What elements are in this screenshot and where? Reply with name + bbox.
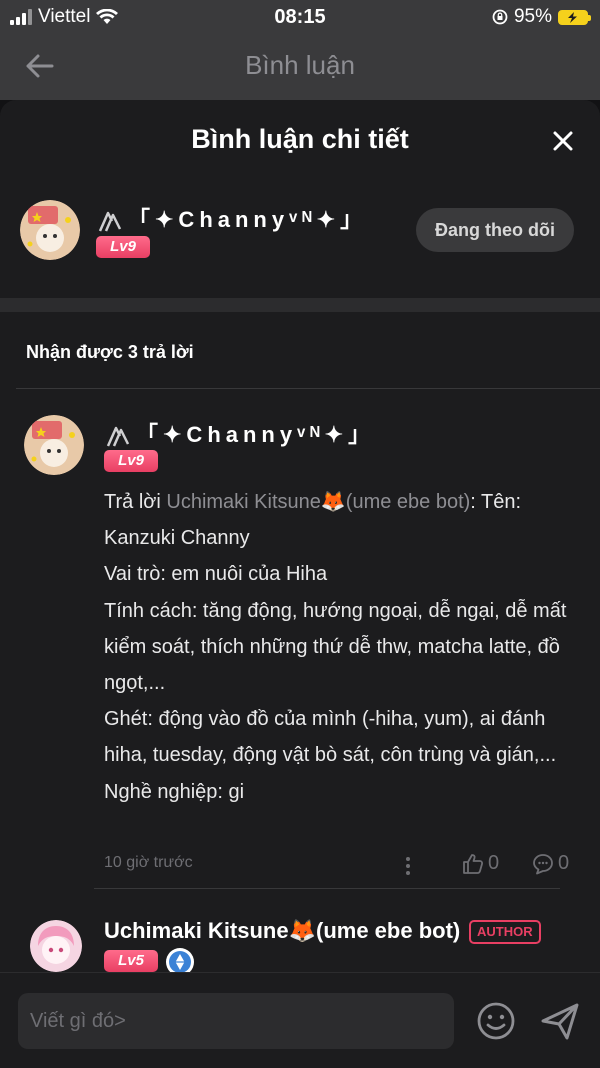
comment-detail-sheet: Bình luận chi tiết 「✦Channyᵛᴺ✦」 Lv9 Đang… <box>0 100 600 1067</box>
author-badge: AUTHOR <box>469 920 541 944</box>
reply-button[interactable]: 0 <box>532 852 569 875</box>
reply-line: Trả lời Uchimaki Kitsune🦊(ume ebe bot): … <box>104 484 574 556</box>
divider <box>94 888 560 889</box>
following-button[interactable]: Đang theo dõi <box>416 208 574 252</box>
nav-bar: Bình luận <box>0 34 600 100</box>
level-badge: Lv9 <box>104 450 158 472</box>
reply-author-name-text: 「✦Channyᵛᴺ✦」 <box>136 422 376 447</box>
more-options-icon[interactable] <box>405 856 411 876</box>
reply-prefix: Trả lời <box>104 491 167 513</box>
link-icon <box>106 426 130 447</box>
replies-count: Nhận được 3 trả lời <box>26 342 194 362</box>
like-button[interactable]: 0 <box>462 852 499 875</box>
mention-link[interactable]: Uchimaki Kitsune🦊(ume ebe bot) <box>166 491 470 513</box>
reply-line: Tính cách: tăng động, hướng ngoại, dễ ng… <box>104 599 567 695</box>
rotation-lock-icon <box>492 9 508 25</box>
emoji-icon[interactable] <box>476 1001 516 1041</box>
reply-line: Ghét: động vào đồ của mình (-hiha, yum),… <box>104 708 557 767</box>
level-badge: Lv9 <box>96 236 150 258</box>
author-avatar[interactable] <box>30 920 82 972</box>
reply-line: Vai trò: em nuôi của Hiha <box>104 563 328 586</box>
reply-timestamp: 10 giờ trước <box>104 854 193 871</box>
reply-line: Nghề nghiệp: gi <box>104 780 245 803</box>
reply-author-name[interactable]: 「✦Channyᵛᴺ✦」 <box>104 417 375 449</box>
sheet-title: Bình luận chi tiết <box>191 124 409 154</box>
comment-count: 0 <box>558 852 570 874</box>
status-bar: Viettel 08:15 95% <box>0 0 600 34</box>
level-badge: Lv5 <box>104 950 158 972</box>
commenter-name[interactable]: 「✦Channyᵛᴺ✦」 <box>96 202 367 234</box>
commenter-avatar[interactable] <box>20 200 80 260</box>
comment-icon <box>533 853 553 874</box>
thumbs-up-icon <box>463 853 484 874</box>
author-name[interactable]: Uchimaki Kitsune🦊(ume ebe bot) <box>104 918 460 944</box>
like-count: 0 <box>488 852 500 874</box>
divider <box>16 388 600 389</box>
section-divider <box>0 298 600 312</box>
battery-icon <box>558 9 591 25</box>
comment-input[interactable] <box>18 993 454 1049</box>
reply-avatar[interactable] <box>24 415 84 475</box>
send-icon[interactable] <box>540 1001 580 1041</box>
comment-input-bar <box>0 972 600 1068</box>
commenter-name-text: 「✦Channyᵛᴺ✦」 <box>128 207 368 232</box>
status-right: 95% <box>492 6 591 28</box>
battery-percent: 95% <box>513 6 552 27</box>
reply-body: Trả lời Uchimaki Kitsune🦊(ume ebe bot): … <box>104 484 574 810</box>
nav-title: Bình luận <box>245 50 355 80</box>
link-icon <box>98 211 122 232</box>
close-icon[interactable] <box>552 130 574 152</box>
